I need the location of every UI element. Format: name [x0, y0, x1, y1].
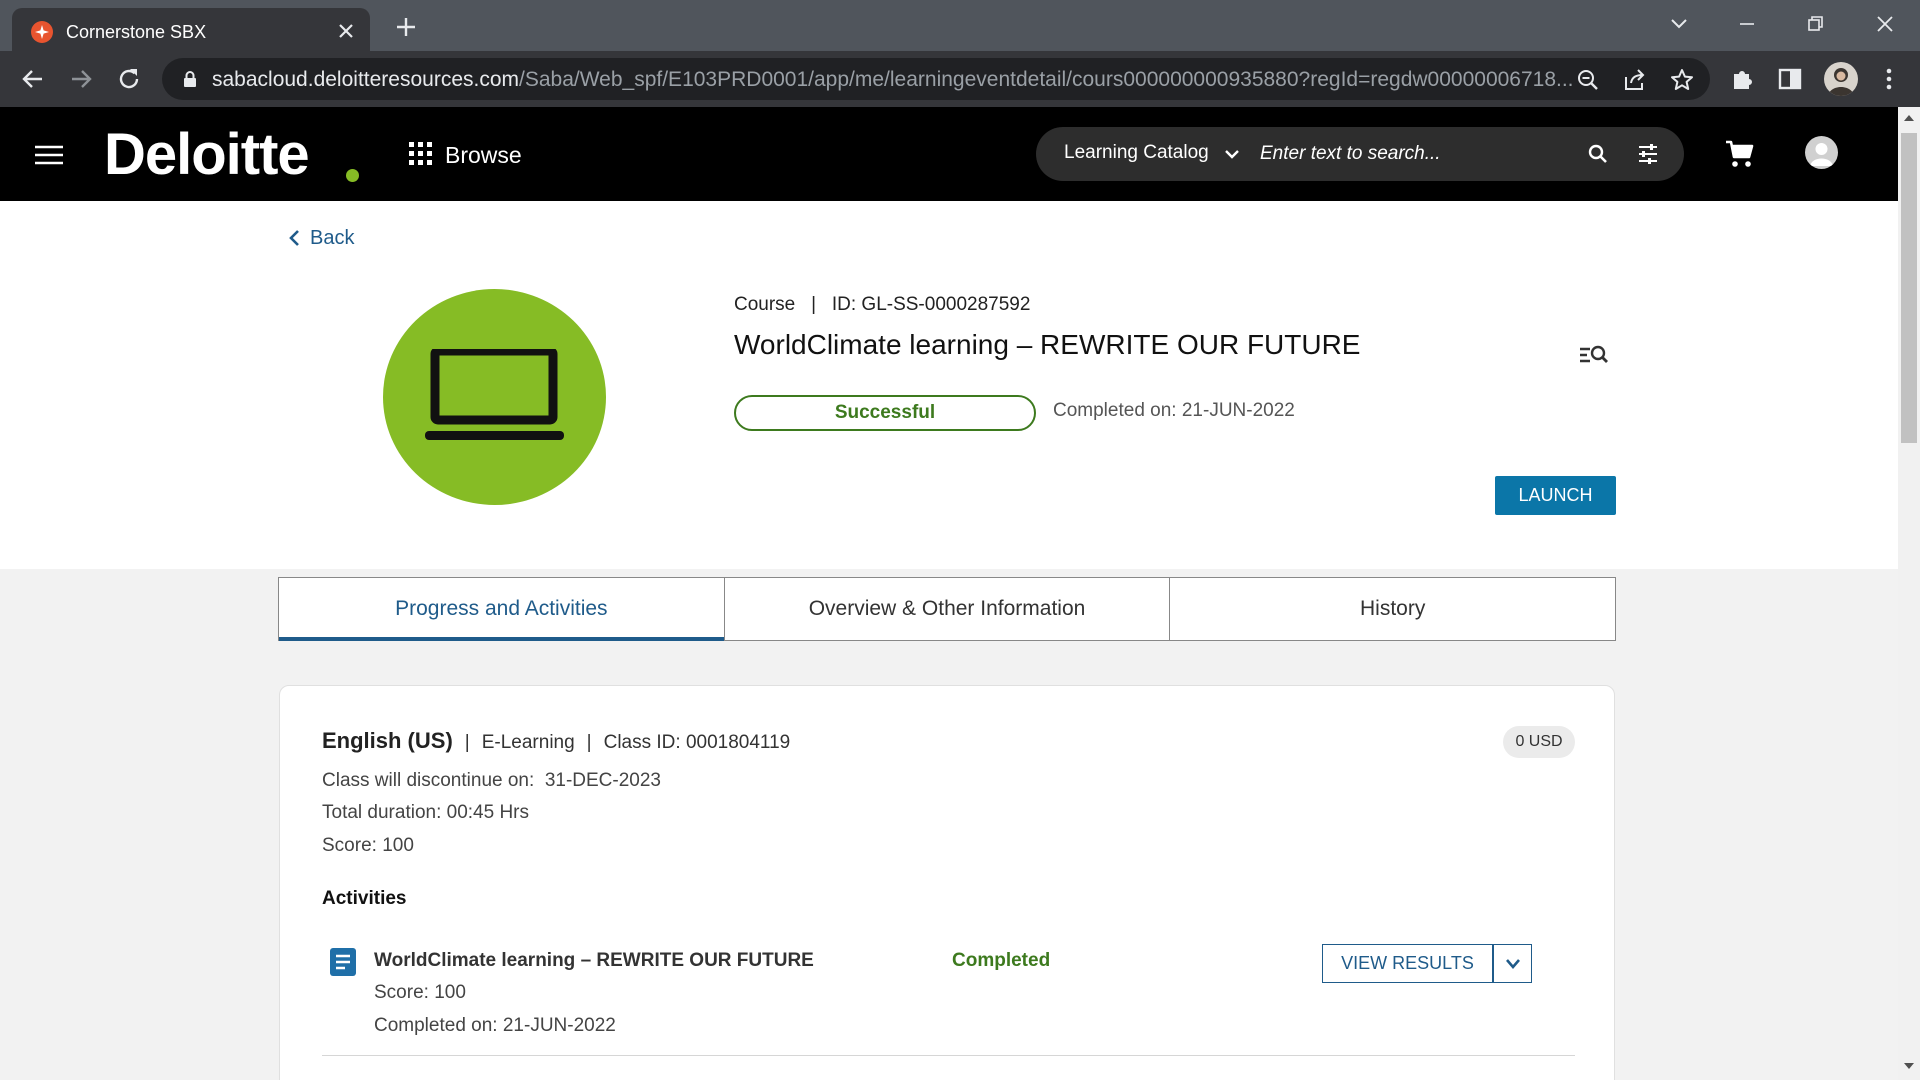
price-badge: 0 USD — [1503, 726, 1575, 758]
user-icon[interactable] — [1805, 136, 1838, 169]
tab-overview[interactable]: Overview & Other Information — [723, 578, 1170, 640]
browser-tab[interactable]: Cornerstone SBX — [12, 8, 370, 51]
tab-history[interactable]: History — [1169, 578, 1615, 640]
deloitte-logo[interactable]: Deloitte — [104, 121, 310, 188]
class-score: Score: 100 — [322, 835, 414, 856]
url-host: sabacloud.deloitteresources.com — [212, 68, 520, 91]
class-language: English (US) — [322, 728, 453, 753]
tab-label: History — [1360, 597, 1426, 620]
tab-label: Overview & Other Information — [808, 597, 1086, 620]
detail-tabs: Progress and Activities Overview & Other… — [278, 577, 1616, 641]
chevron-left-icon — [289, 230, 299, 246]
url-text[interactable]: sabacloud.deloitteresources.com/Saba/Web… — [212, 68, 1572, 92]
activities-heading: Activities — [322, 888, 407, 909]
view-results-button[interactable]: VIEW RESULTS — [1322, 944, 1493, 983]
completed-on-date: Completed on: 21-JUN-2022 — [1053, 400, 1295, 421]
filter-icon[interactable] — [1636, 142, 1660, 166]
class-card: English (US) | E-Learning | Class ID: 00… — [279, 685, 1615, 1080]
activity-score: Score: 100 — [374, 982, 466, 1003]
browse-label[interactable]: Browse — [445, 142, 522, 169]
share-icon[interactable] — [1622, 67, 1648, 93]
course-title: WorldClimate learning – REWRITE OUR FUTU… — [734, 329, 1361, 360]
side-panel-icon[interactable] — [1775, 64, 1805, 94]
zoom-icon[interactable] — [1575, 67, 1601, 93]
course-id: ID: GL-SS-0000287592 — [831, 294, 1031, 315]
tab-label: Progress and Activities — [395, 597, 608, 620]
back-arrow-icon[interactable] — [18, 64, 48, 94]
search-icon[interactable] — [1587, 143, 1609, 165]
cornerstone-favicon-icon — [31, 21, 53, 43]
tab-progress-and-activities[interactable]: Progress and Activities — [279, 578, 724, 641]
back-link[interactable]: Back — [288, 225, 354, 251]
browser-toolbar: sabacloud.deloitteresources.com/Saba/Web… — [0, 51, 1920, 107]
status-badge: Successful — [734, 395, 1036, 431]
activity-status: Completed — [952, 950, 1051, 971]
active-tab-indicator — [279, 637, 724, 641]
tab-search-chevron-icon[interactable] — [1664, 10, 1694, 38]
close-window-icon[interactable] — [1870, 10, 1900, 38]
extensions-icon[interactable] — [1728, 64, 1758, 94]
menu-dots-icon[interactable] — [1874, 64, 1904, 94]
browser-profile-avatar[interactable] — [1824, 62, 1858, 96]
scroll-down-arrow-icon[interactable] — [1904, 1063, 1914, 1071]
forward-arrow-icon[interactable] — [66, 64, 96, 94]
activity-completed-on: Completed on: 21-JUN-2022 — [374, 1015, 616, 1036]
deloitte-logo-dot — [346, 169, 359, 182]
page-scrollbar[interactable] — [1898, 107, 1920, 1080]
grid-icon[interactable] — [409, 142, 433, 166]
app-header: Deloitte Browse Learning Catalog — [0, 107, 1898, 201]
minimize-icon[interactable] — [1732, 10, 1762, 38]
course-meta: Course | ID: GL-SS-0000287592 — [734, 294, 1031, 315]
class-delivery-type: E-Learning — [481, 732, 575, 753]
lock-icon[interactable] — [182, 70, 198, 88]
class-header: English (US) | E-Learning | Class ID: 00… — [322, 728, 791, 753]
catalog-selector[interactable]: Learning Catalog — [1064, 142, 1209, 164]
details-search-icon[interactable] — [1579, 343, 1609, 367]
total-duration: Total duration: 00:45 Hrs — [322, 802, 530, 823]
search-input[interactable] — [1260, 139, 1560, 169]
divider — [322, 1055, 1575, 1056]
cart-icon[interactable] — [1724, 139, 1754, 169]
scroll-thumb[interactable] — [1901, 133, 1917, 443]
course-type: Course — [734, 294, 796, 315]
close-tab-icon[interactable] — [334, 19, 358, 43]
document-icon — [330, 948, 356, 976]
new-tab-plus-icon[interactable] — [392, 13, 420, 41]
class-id: Class ID: 0001804119 — [603, 732, 791, 753]
results-dropdown-button[interactable] — [1493, 944, 1532, 983]
hamburger-menu-icon[interactable] — [34, 144, 64, 166]
url-path: /Saba/Web_spf/E103PRD0001/app/me/learnin… — [519, 68, 1572, 91]
browser-tab-bar: Cornerstone SBX — [0, 0, 1920, 51]
tab-title: Cornerstone SBX — [66, 22, 207, 42]
search-bar: Learning Catalog — [1036, 127, 1684, 181]
laptop-icon — [425, 349, 564, 440]
address-bar[interactable]: sabacloud.deloitteresources.com/Saba/Web… — [162, 58, 1710, 100]
chevron-down-icon[interactable] — [1222, 144, 1242, 164]
launch-button[interactable]: LAUNCH — [1495, 476, 1616, 515]
chevron-down-icon — [1506, 959, 1520, 969]
course-hero: Back Course | ID: GL-SS-0000287592 World… — [0, 201, 1898, 569]
course-thumbnail — [383, 289, 606, 505]
star-icon[interactable] — [1669, 67, 1695, 93]
reload-icon[interactable] — [114, 64, 144, 94]
discontinue-date: Class will discontinue on: 31-DEC-2023 — [322, 770, 661, 791]
scroll-up-arrow-icon[interactable] — [1904, 113, 1914, 121]
activity-title[interactable]: WorldClimate learning – REWRITE OUR FUTU… — [374, 950, 814, 972]
back-label: Back — [310, 226, 355, 249]
restore-icon[interactable] — [1800, 10, 1830, 38]
